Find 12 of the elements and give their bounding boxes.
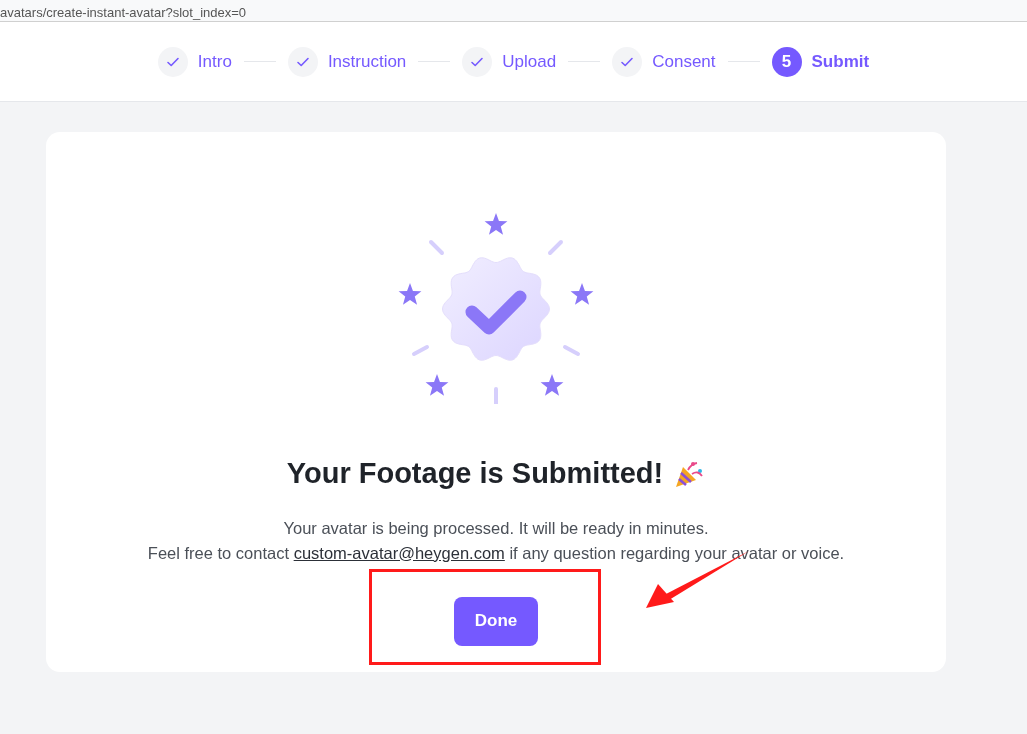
address-text[interactable]: avatars/create-instant-avatar?slot_index=0 (0, 5, 247, 21)
processing-message: Your avatar is being processed. It will be ready in minutes. (283, 517, 709, 539)
step-number-badge: 5 (771, 46, 802, 77)
done-button[interactable]: Done (454, 596, 538, 646)
success-title: Your Footage is Submitted! (286, 456, 664, 491)
step-label[interactable]: Submit (811, 48, 870, 75)
step-label[interactable]: Consent (652, 48, 716, 75)
step-label[interactable]: Intro (197, 48, 232, 75)
contact-message: Feel free to contact custom-avatar@heygen.com if any question regarding your avatar or voice. (147, 542, 845, 564)
step-label[interactable]: Upload (502, 48, 557, 75)
step-label[interactable]: Instruction (327, 48, 407, 75)
email-link[interactable]: custom-avatar@heygen.com (293, 543, 505, 562)
